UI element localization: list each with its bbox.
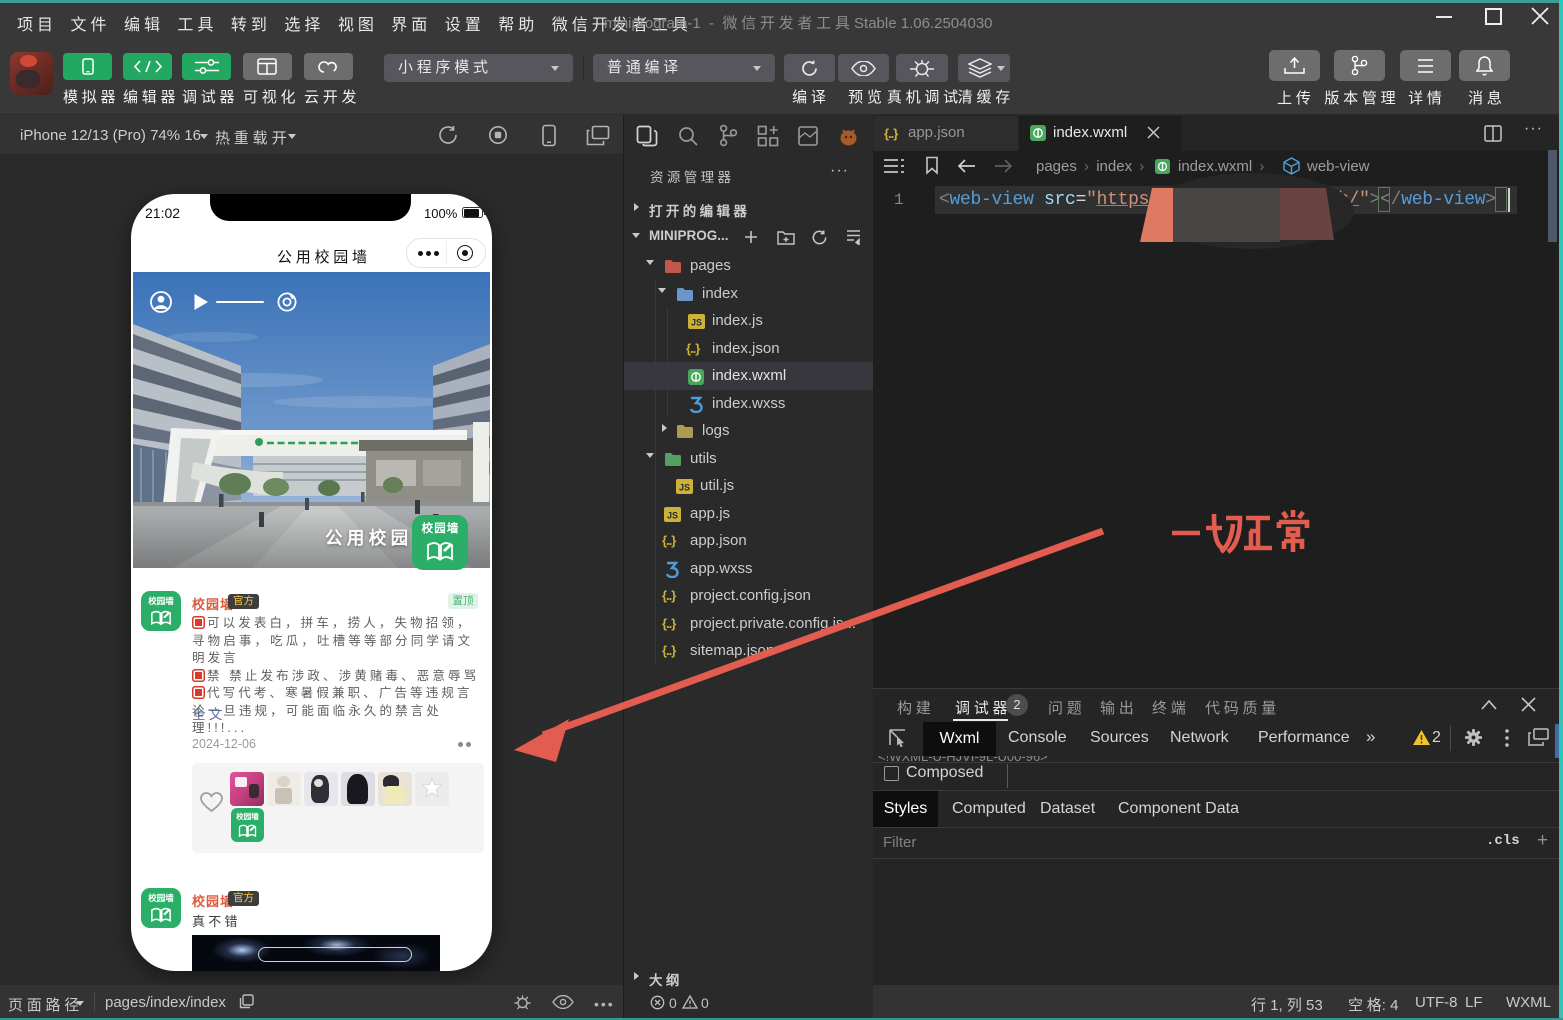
svg-text:JS: JS (679, 483, 690, 493)
svg-text:JS: JS (667, 511, 678, 521)
svg-text:JS: JS (691, 318, 702, 328)
